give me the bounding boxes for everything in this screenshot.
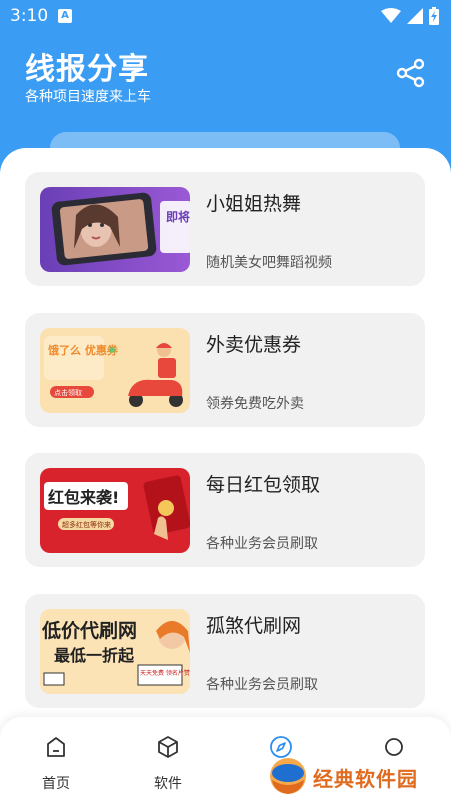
card-daily-redpacket[interactable]: 红包来袭! 超多红包等你来 每日红包领取 各种业务会员刷取 [25,453,425,567]
nav-software-label: 软件 [154,776,182,792]
home-icon [47,737,65,757]
watermark: 经典软件园 [268,754,443,800]
card-desc: 各种业务会员刷取 [206,677,318,693]
thumb-button: 超多红包等你来 [62,520,111,529]
thumb-label: 饿了么 优惠券 [47,343,119,357]
nav-home-label: 首页 [42,776,70,792]
watermark-logo-icon [270,758,306,794]
status-bar: 3:10 A [0,0,451,32]
card-takeout-coupon[interactable]: 饿了么 优惠券 点击领取 外卖优惠券 领券免费吃外卖 [25,313,425,427]
card-title: 孤煞代刷网 [206,615,302,637]
content-sheet: 即将播放 小姐姐热舞 随机美女吧舞蹈视频 饿了么 优惠券 点击领取 外卖 [0,148,451,803]
notification-icon: A [58,9,72,23]
thumb-label-2: 最低一折起 [54,646,135,665]
card-thumbnail: 即将播放 [40,187,190,272]
card-desc: 各种业务会员刷取 [206,536,318,552]
battery-icon [429,7,439,25]
card-thumbnail: 饿了么 优惠券 点击领取 [40,328,190,413]
thumb-label: 即将播放 [166,209,190,224]
wifi-icon [381,8,401,23]
card-thumbnail: 低价代刷网 最低一折起 天天免费 领名片赞 [40,609,190,694]
card-title: 每日红包领取 [206,474,321,496]
card-desc: 随机美女吧舞蹈视频 [206,255,332,271]
page-title: 线报分享 [25,52,149,87]
page-subtitle: 各种项目速度来上车 [25,89,151,105]
card-desc: 领券免费吃外卖 [206,396,304,412]
share-icon [396,58,425,88]
thumb-label: 低价代刷网 [41,619,137,642]
card-title: 外卖优惠券 [206,334,302,356]
watermark-text: 经典软件园 [313,767,418,791]
share-button[interactable] [396,58,426,88]
status-time: 3:10 [10,6,49,26]
thumb-label: 红包来袭! [48,488,119,507]
status-icons [381,7,439,25]
signal-icon [407,8,423,24]
card-dance[interactable]: 即将播放 小姐姐热舞 随机美女吧舞蹈视频 [25,172,425,286]
card-title: 小姐姐热舞 [206,193,302,215]
cube-icon [158,736,178,758]
nav-home[interactable]: 首页 [16,735,96,793]
nav-software[interactable]: 软件 [128,735,208,793]
card-gusha-shuawang[interactable]: 低价代刷网 最低一折起 天天免费 领名片赞 孤煞代刷网 各种业务会员刷取 [25,594,425,708]
thumb-button: 点击领取 [54,388,82,397]
card-thumbnail: 红包来袭! 超多红包等你来 [40,468,190,553]
thumb-note: 天天免费 领名片赞 [140,669,190,677]
